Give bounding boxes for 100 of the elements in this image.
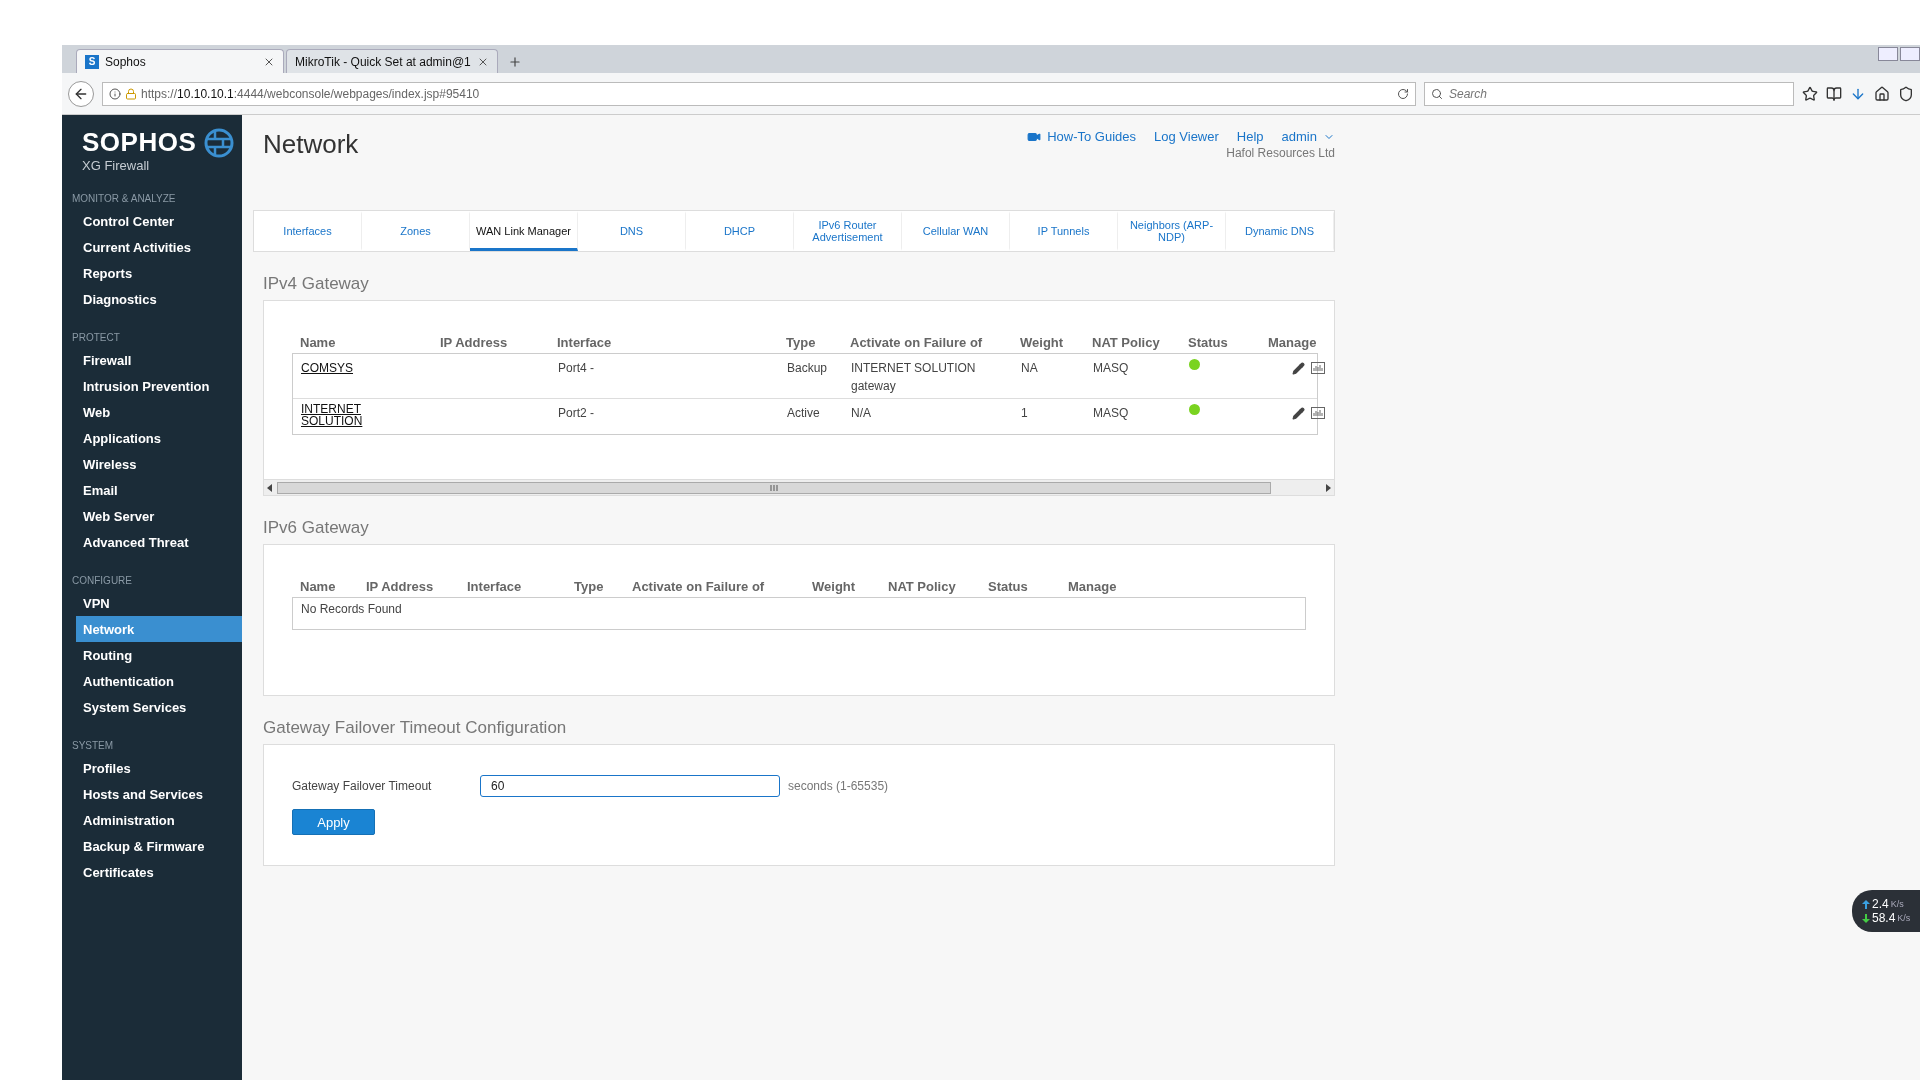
download-arrow-icon: [1862, 913, 1870, 923]
table-cell: Backup: [787, 361, 828, 375]
sidebar-item[interactable]: Current Activities: [76, 234, 242, 260]
info-icon: [109, 87, 121, 100]
sidebar-item[interactable]: Firewall: [76, 347, 242, 373]
globe-logo-icon: [204, 127, 235, 158]
section-heading: SYSTEM: [71, 739, 115, 753]
browser-tab[interactable]: MikroTik - Quick Set at admin@1: [286, 49, 498, 73]
reload-icon[interactable]: [1397, 87, 1409, 100]
section-heading: MONITOR & ANALYZE: [71, 192, 177, 206]
scroll-left-icon[interactable]: [267, 483, 273, 492]
tab[interactable]: Interfaces: [254, 211, 362, 251]
column-header: NAT Policy: [1092, 334, 1161, 350]
field-hint: seconds (1-65535): [788, 779, 889, 793]
edit-icon[interactable]: [1292, 362, 1305, 375]
horizontal-scrollbar[interactable]: [264, 479, 1334, 495]
sidebar-item[interactable]: Authentication: [76, 668, 242, 694]
column-header: Status: [1188, 334, 1229, 350]
reading-list-icon[interactable]: [1826, 85, 1842, 102]
sidebar-item[interactable]: Email: [76, 477, 242, 503]
sidebar-item[interactable]: Administration: [76, 807, 242, 833]
tab[interactable]: IP Tunnels: [1010, 211, 1118, 251]
sidebar-item[interactable]: Control Center: [76, 208, 242, 234]
column-header: Activate on Failure of: [632, 578, 766, 594]
tab[interactable]: Neighbors (ARP-NDP): [1118, 211, 1226, 251]
apply-button[interactable]: Apply: [292, 809, 375, 835]
sidebar-item[interactable]: Profiles: [76, 755, 242, 781]
browser-tab[interactable]: S Sophos: [76, 49, 284, 73]
column-header: IP Address: [366, 578, 435, 594]
minimize-icon[interactable]: [1878, 47, 1898, 61]
header-link[interactable]: Log Viewer: [1154, 129, 1219, 144]
sidebar-item[interactable]: Advanced Threat: [76, 529, 242, 555]
sidebar-item[interactable]: Hosts and Services: [76, 781, 242, 807]
timeout-field[interactable]: 60: [480, 775, 780, 797]
back-button[interactable]: [68, 80, 94, 107]
table-cell: N/A: [851, 406, 871, 420]
new-tab-icon[interactable]: [507, 55, 522, 69]
sidebar-item[interactable]: Intrusion Prevention: [76, 373, 242, 399]
sidebar-item[interactable]: Wireless: [76, 451, 242, 477]
sidebar-item[interactable]: Applications: [76, 425, 242, 451]
field-label: Gateway Failover Timeout: [292, 779, 433, 793]
organization-name: Hafol Resources Ltd: [1226, 146, 1335, 160]
column-header: IP Address: [440, 334, 509, 350]
grip-icon: [770, 484, 778, 491]
section-title: IPv4 Gateway: [263, 274, 370, 294]
header-link[interactable]: Help: [1236, 129, 1264, 144]
table-cell: Port4 -: [558, 361, 594, 375]
speed-unit: K/s: [1890, 899, 1904, 909]
gateway-name-link[interactable]: INTERNET SOLUTION: [301, 403, 376, 427]
table-cell: 1: [1021, 406, 1028, 420]
search-icon: [1431, 87, 1443, 100]
bookmark-star-icon[interactable]: [1802, 85, 1818, 102]
section-title: Gateway Failover Timeout Configuration: [263, 718, 568, 738]
tab[interactable]: WAN Link Manager: [470, 211, 578, 251]
chart-icon[interactable]: [1311, 407, 1325, 419]
sidebar-item[interactable]: Diagnostics: [76, 286, 242, 312]
sidebar-item[interactable]: Backup & Firmware: [76, 833, 242, 859]
chart-icon[interactable]: [1311, 362, 1325, 374]
column-header: Manage: [1068, 578, 1118, 594]
column-header: NAT Policy: [888, 578, 957, 594]
address-bar[interactable]: https://10.10.10.1:4444/webconsole/webpages/index.jsp#95410: [102, 81, 1416, 106]
scroll-right-icon[interactable]: [1325, 483, 1331, 492]
sidebar-item[interactable]: Routing: [76, 642, 242, 668]
home-icon[interactable]: [1874, 85, 1890, 102]
section-heading: CONFIGURE: [71, 574, 133, 588]
lock-icon: [125, 87, 137, 100]
sidebar-item[interactable]: Web Server: [76, 503, 242, 529]
search-field[interactable]: Search: [1424, 81, 1794, 106]
sidebar-item[interactable]: VPN: [76, 590, 242, 616]
user-menu[interactable]: admin: [1281, 129, 1335, 144]
table-cell: Active: [787, 406, 820, 420]
tab[interactable]: DHCP: [686, 211, 794, 251]
column-header: Name: [300, 578, 337, 594]
column-header: Name: [300, 334, 337, 350]
table-cell: MASQ: [1093, 406, 1129, 420]
restore-icon[interactable]: [1900, 47, 1920, 61]
sidebar-item[interactable]: Web: [76, 399, 242, 425]
shield-icon[interactable]: [1898, 85, 1914, 102]
tab[interactable]: Zones: [362, 211, 470, 251]
tab[interactable]: IPv6 Router Advertisement: [794, 211, 902, 251]
tab[interactable]: DNS: [578, 211, 686, 251]
table-cell: INTERNET SOLUTION gateway: [851, 361, 976, 393]
empty-message: No Records Found: [300, 601, 403, 618]
sidebar-item[interactable]: Reports: [76, 260, 242, 286]
edit-icon[interactable]: [1292, 407, 1305, 420]
sidebar-item[interactable]: Certificates: [76, 859, 242, 885]
header-link[interactable]: How-To Guides: [1027, 129, 1136, 144]
gateway-name-link[interactable]: COMSYS: [301, 362, 353, 374]
column-header: Interface: [467, 578, 523, 594]
download-speed: 58.4: [1872, 911, 1896, 925]
column-header: Type: [786, 334, 817, 350]
product-name: XG Firewall: [81, 158, 151, 173]
sidebar-item[interactable]: System Services: [76, 694, 242, 720]
page-title: Network: [263, 129, 359, 161]
column-header: Status: [988, 578, 1029, 594]
table-cell: NA: [1021, 361, 1038, 375]
upload-speed: 2.4: [1872, 897, 1889, 911]
tab[interactable]: Cellular WAN: [902, 211, 1010, 251]
tab[interactable]: Dynamic DNS: [1226, 211, 1334, 251]
column-header: Interface: [557, 334, 613, 350]
